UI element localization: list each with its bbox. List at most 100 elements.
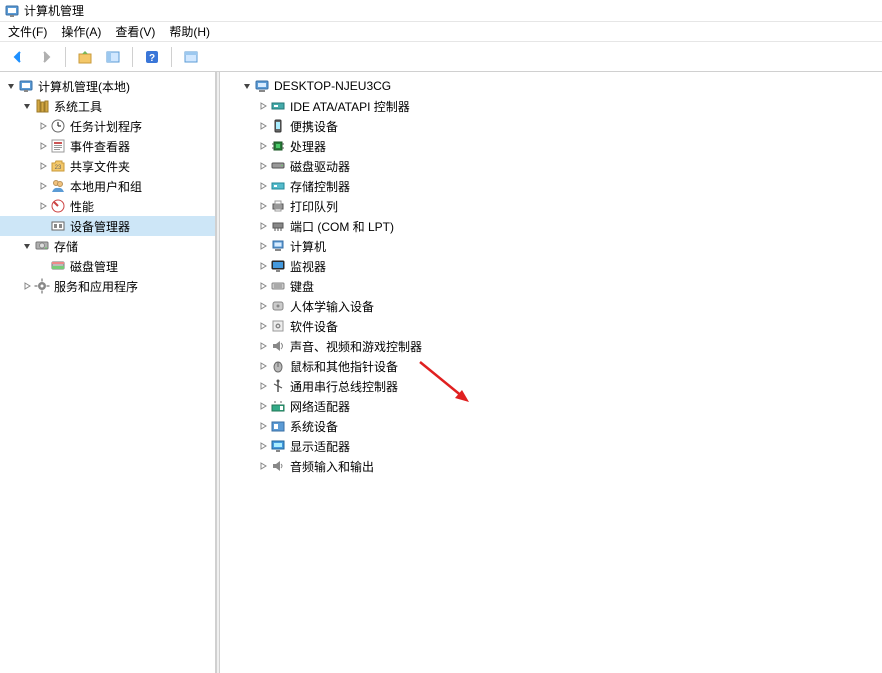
- disk-drive-icon: [270, 158, 286, 174]
- keyboard-icon: [270, 278, 286, 294]
- right-devcat-0[interactable]: IDE ATA/ATAPI 控制器: [220, 96, 882, 116]
- right-devcat-16[interactable]: 系统设备: [220, 416, 882, 436]
- expander-icon[interactable]: [256, 399, 270, 413]
- menu-help[interactable]: 帮助(H): [169, 23, 210, 40]
- expander-icon[interactable]: [256, 439, 270, 453]
- event-viewer-icon: [50, 138, 66, 154]
- expander-icon[interactable]: [256, 219, 270, 233]
- expander-icon[interactable]: [256, 419, 270, 433]
- tree-node-label: 监视器: [290, 258, 326, 275]
- tree-node-label: 键盘: [290, 278, 314, 295]
- right-devcat-18[interactable]: 音频输入和输出: [220, 456, 882, 476]
- left-systools-child-5[interactable]: 设备管理器: [0, 216, 215, 236]
- left-services[interactable]: 服务和应用程序: [0, 276, 215, 296]
- right-devcat-12[interactable]: 声音、视频和游戏控制器: [220, 336, 882, 356]
- portable-device-icon: [270, 118, 286, 134]
- expander-icon[interactable]: [256, 179, 270, 193]
- right-devcat-5[interactable]: 打印队列: [220, 196, 882, 216]
- tree-node-label: 共享文件夹: [70, 158, 130, 175]
- tree-node-label: 人体学输入设备: [290, 298, 374, 315]
- tree-node-label: 设备管理器: [70, 218, 130, 235]
- right-devcat-9[interactable]: 键盘: [220, 276, 882, 296]
- left-systools-child-2[interactable]: 共享文件夹: [0, 156, 215, 176]
- tree-node-label: 音频输入和输出: [290, 458, 374, 475]
- left-storage-child-0[interactable]: 磁盘管理: [0, 256, 215, 276]
- left-systools-child-0[interactable]: 任务计划程序: [0, 116, 215, 136]
- system-device-icon: [270, 418, 286, 434]
- services-icon: [34, 278, 50, 294]
- expander-icon[interactable]: [256, 99, 270, 113]
- right-root[interactable]: DESKTOP-NJEU3CG: [220, 76, 882, 96]
- expander-icon[interactable]: [36, 119, 50, 133]
- sound-video-icon: [270, 338, 286, 354]
- right-devcat-2[interactable]: 处理器: [220, 136, 882, 156]
- expander-icon[interactable]: [36, 159, 50, 173]
- expander-icon[interactable]: [36, 199, 50, 213]
- expander-icon[interactable]: [256, 359, 270, 373]
- expander-icon[interactable]: [256, 199, 270, 213]
- right-devcat-15[interactable]: 网络适配器: [220, 396, 882, 416]
- software-device-icon: [270, 318, 286, 334]
- help-button[interactable]: ?: [140, 45, 164, 69]
- right-devcat-11[interactable]: 软件设备: [220, 316, 882, 336]
- expander-icon[interactable]: [256, 139, 270, 153]
- forward-button[interactable]: [34, 45, 58, 69]
- right-devcat-10[interactable]: 人体学输入设备: [220, 296, 882, 316]
- expander-icon[interactable]: [240, 79, 254, 93]
- right-devcat-4[interactable]: 存储控制器: [220, 176, 882, 196]
- tree-node-label: 任务计划程序: [70, 118, 142, 135]
- processor-icon: [270, 138, 286, 154]
- menu-view[interactable]: 查看(V): [115, 23, 155, 40]
- expander-icon[interactable]: [256, 319, 270, 333]
- right-devcat-14[interactable]: 通用串行总线控制器: [220, 376, 882, 396]
- menu-action[interactable]: 操作(A): [61, 23, 101, 40]
- left-root[interactable]: 计算机管理(本地): [0, 76, 215, 96]
- expander-icon[interactable]: [20, 99, 34, 113]
- right-devcat-6[interactable]: 端口 (COM 和 LPT): [220, 216, 882, 236]
- toolbar-separator: [171, 47, 172, 67]
- left-systools-child-3[interactable]: 本地用户和组: [0, 176, 215, 196]
- right-devcat-8[interactable]: 监视器: [220, 256, 882, 276]
- expander-icon[interactable]: [256, 259, 270, 273]
- right-devcat-17[interactable]: 显示适配器: [220, 436, 882, 456]
- left-systools-child-4[interactable]: 性能: [0, 196, 215, 216]
- ide-controller-icon: [270, 98, 286, 114]
- left-tree-pane: 计算机管理(本地)系统工具任务计划程序事件查看器共享文件夹本地用户和组性能设备管…: [0, 72, 216, 673]
- left-system-tools[interactable]: 系统工具: [0, 96, 215, 116]
- computer-mgmt-icon: [4, 3, 20, 19]
- show-console-tree-button[interactable]: [101, 45, 125, 69]
- print-queue-icon: [270, 198, 286, 214]
- task-scheduler-icon: [50, 118, 66, 134]
- expander-icon[interactable]: [256, 279, 270, 293]
- tree-node-label: 系统设备: [290, 418, 338, 435]
- tree-node-label: 事件查看器: [70, 138, 130, 155]
- right-devcat-1[interactable]: 便携设备: [220, 116, 882, 136]
- expander-icon[interactable]: [20, 239, 34, 253]
- expander-icon[interactable]: [36, 139, 50, 153]
- right-devcat-3[interactable]: 磁盘驱动器: [220, 156, 882, 176]
- expander-icon[interactable]: [256, 239, 270, 253]
- expander-icon[interactable]: [256, 339, 270, 353]
- expander-icon[interactable]: [256, 159, 270, 173]
- back-button[interactable]: [6, 45, 30, 69]
- up-level-button[interactable]: [73, 45, 97, 69]
- properties-button[interactable]: [179, 45, 203, 69]
- left-systools-child-1[interactable]: 事件查看器: [0, 136, 215, 156]
- right-devcat-13[interactable]: 鼠标和其他指针设备: [220, 356, 882, 376]
- device-manager-icon: [50, 218, 66, 234]
- expander-icon[interactable]: [256, 299, 270, 313]
- tree-node-label: 便携设备: [290, 118, 338, 135]
- expander-icon[interactable]: [256, 379, 270, 393]
- menu-file[interactable]: 文件(F): [8, 23, 47, 40]
- left-storage[interactable]: 存储: [0, 236, 215, 256]
- expander-icon[interactable]: [256, 119, 270, 133]
- tree-node-label: 存储: [54, 238, 78, 255]
- expander-icon[interactable]: [256, 459, 270, 473]
- expander-icon[interactable]: [36, 179, 50, 193]
- computer-icon: [254, 78, 270, 94]
- storage-controller-icon: [270, 178, 286, 194]
- right-devcat-7[interactable]: 计算机: [220, 236, 882, 256]
- expander-icon[interactable]: [20, 279, 34, 293]
- tree-node-label: 鼠标和其他指针设备: [290, 358, 398, 375]
- expander-icon[interactable]: [4, 79, 18, 93]
